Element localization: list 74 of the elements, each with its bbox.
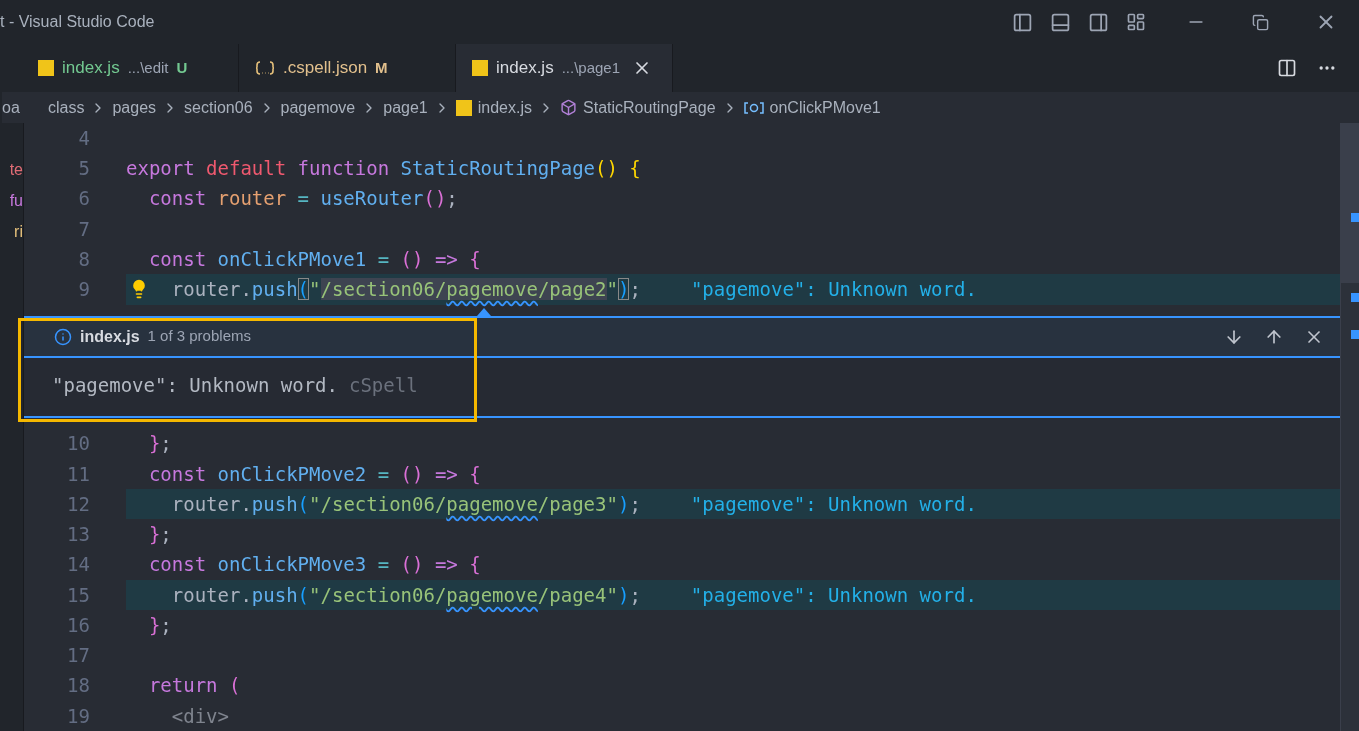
overview-marker: [1351, 330, 1359, 339]
inline-diagnostic: "pagemove": Unknown word.: [690, 582, 977, 608]
line-number: 9: [77, 277, 90, 303]
javascript-file-icon: [38, 60, 54, 76]
git-status-letter: U: [176, 57, 188, 78]
line-number: 13: [66, 522, 90, 548]
code-line: const onClickPMove2 = () => {: [147, 461, 481, 487]
javascript-file-icon: [455, 99, 472, 116]
tab-label: index.js: [62, 57, 120, 80]
toggle-secondary-sidebar-icon[interactable]: [1088, 11, 1109, 33]
sidebar-text: ri: [13, 221, 23, 242]
line-number: 10: [66, 431, 90, 457]
git-status-letter: M: [375, 57, 388, 78]
code-line: <div>: [170, 703, 229, 729]
scrollbar-thumb[interactable]: [1341, 123, 1359, 283]
breadcrumb-item[interactable]: pages: [112, 95, 157, 120]
line-number: 11: [66, 461, 90, 487]
code-line: };: [147, 612, 172, 638]
problem-source: cSpell: [349, 373, 418, 399]
sidebar-text: fu: [8, 190, 23, 211]
tab-label: .cspell.json: [283, 57, 368, 80]
inline-diagnostic: "pagemove": Unknown word.: [690, 277, 977, 303]
class-icon: [560, 99, 577, 116]
toggle-sidebar-icon[interactable]: [1012, 11, 1033, 33]
code-line: };: [147, 522, 172, 548]
line-number: 4: [77, 125, 90, 151]
line-number: 7: [77, 216, 90, 242]
problem-file-name: index.js: [80, 326, 140, 347]
tab-path: ...\page1: [561, 57, 621, 78]
breadcrumb-item[interactable]: page1: [383, 95, 428, 120]
field-symbol-icon: [743, 100, 764, 115]
code-line: router.push("/section06/pagemove/page2");: [170, 277, 641, 303]
breadcrumb-item[interactable]: section06: [184, 95, 253, 120]
inline-diagnostic: "pagemove": Unknown word.: [690, 491, 977, 517]
code-line: return (: [147, 673, 241, 699]
code-line: const onClickPMove1 = () => {: [147, 246, 481, 272]
line-number: 15: [66, 582, 90, 608]
line-number: 5: [77, 156, 90, 182]
sidebar-text: te: [8, 159, 23, 180]
line-number: 17: [66, 643, 90, 669]
line-number: 8: [77, 246, 90, 272]
problem-count: 1 of 3 problems: [147, 326, 251, 347]
javascript-file-icon: [472, 60, 488, 76]
window-title: t - Visual Studio Code: [0, 12, 155, 32]
code-line: };: [147, 431, 172, 457]
breadcrumb-item[interactable]: onClickPMove1: [769, 95, 881, 120]
code-line: export default function StaticRoutingPage() {: [126, 156, 641, 182]
tab-label: index.js: [496, 57, 554, 80]
code-line: const onClickPMove3 = () => {: [147, 552, 481, 578]
problem-message: "pagemove": Unknown word.: [52, 373, 338, 399]
editor-tab[interactable]: index.js ...\page1: [456, 44, 673, 92]
breadcrumb-item[interactable]: pagemove: [280, 95, 356, 120]
line-number: 12: [66, 491, 90, 517]
restore-icon[interactable]: [1252, 13, 1269, 31]
braces-icon: [255, 61, 275, 75]
breadcrumb-item[interactable]: oa: [2, 95, 42, 120]
line-number: 6: [77, 186, 90, 212]
tab-path: ...\edit: [127, 57, 169, 78]
breadcrumb-item[interactable]: index.js: [477, 95, 532, 120]
info-icon: [54, 327, 72, 346]
breadcrumb-item[interactable]: StaticRoutingPage: [583, 95, 716, 120]
line-number: 16: [66, 612, 90, 638]
line-number: 19: [66, 703, 90, 729]
toggle-panel-icon[interactable]: [1050, 11, 1071, 33]
line-number: 18: [66, 673, 90, 699]
split-editor-icon[interactable]: [1277, 58, 1297, 78]
code-line: router.push("/section06/pagemove/page4");: [170, 582, 641, 608]
overview-marker: [1351, 213, 1359, 222]
customize-layout-icon[interactable]: [1126, 12, 1146, 32]
overview-marker: [1351, 293, 1359, 302]
breadcrumb-item[interactable]: class: [48, 95, 85, 120]
line-number: 14: [66, 552, 90, 578]
code-line: const router = useRouter();: [147, 186, 458, 212]
code-line: router.push("/section06/pagemove/page3");: [170, 491, 641, 517]
